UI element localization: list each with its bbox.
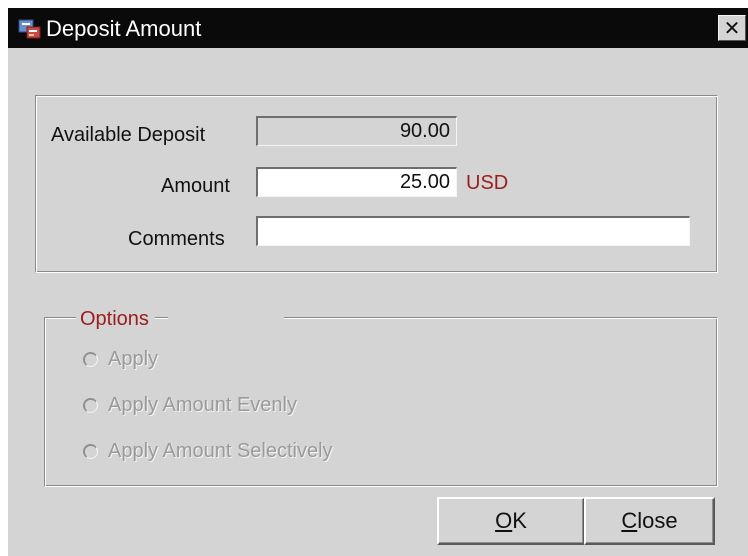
radio-circle[interactable] [83, 443, 98, 459]
ok-button[interactable]: OK [437, 497, 585, 545]
available-deposit-field: 90.00 [256, 116, 457, 146]
close-icon[interactable]: ✕ [718, 15, 746, 41]
options-frame-gap [168, 314, 284, 320]
radio-label: Apply Amount Selectively [108, 439, 333, 462]
comments-input[interactable] [256, 216, 690, 246]
available-deposit-label: Available Deposit [51, 124, 206, 146]
close-button[interactable]: Close [584, 497, 715, 545]
deposit-amount-dialog: Deposit Amount ✕ Available Deposit 90.00… [8, 8, 748, 556]
ok-label-rest: K [512, 508, 527, 533]
currency-label: USD [466, 172, 509, 194]
close-mnemonic: C [621, 508, 638, 533]
radio-circle[interactable] [83, 397, 98, 413]
radio-apply-amount-selectively[interactable]: Apply Amount Selectively [83, 438, 333, 464]
amount-label: Amount [161, 175, 230, 197]
app-icon [18, 19, 41, 39]
radio-circle[interactable] [83, 351, 98, 367]
comments-label: Comments [128, 228, 225, 250]
radio-apply-amount-evenly[interactable]: Apply Amount Evenly [83, 392, 297, 418]
radio-apply[interactable]: Apply [83, 346, 158, 372]
amount-input[interactable]: 25.00 [256, 167, 457, 197]
ok-mnemonic: O [495, 508, 513, 533]
radio-label: Apply Amount Evenly [108, 393, 297, 416]
title-bar[interactable]: Deposit Amount ✕ [8, 8, 748, 48]
options-legend: Options [76, 308, 155, 331]
close-label-rest: lose [637, 508, 678, 533]
window-title: Deposit Amount [46, 16, 202, 41]
radio-label: Apply [108, 347, 159, 370]
